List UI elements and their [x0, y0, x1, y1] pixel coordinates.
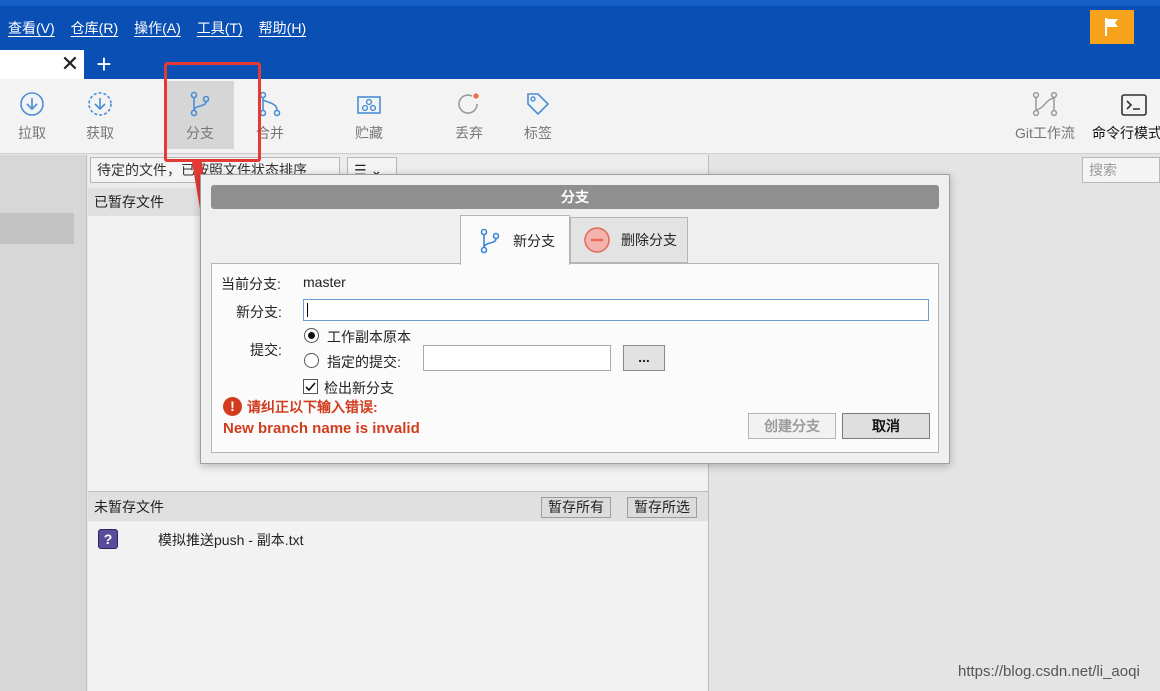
- stage-selected-button[interactable]: 暂存所选: [627, 497, 697, 518]
- menu-repository[interactable]: 仓库(R): [71, 18, 118, 40]
- error-title: 请纠正以下输入错误:: [247, 399, 378, 415]
- menu-actions[interactable]: 操作(A): [134, 18, 181, 40]
- new-tab-button[interactable]: +: [92, 50, 116, 78]
- tag-icon: [518, 79, 558, 119]
- discard-label: 丢弃: [455, 125, 483, 141]
- working-copy-label: 工作副本原本: [327, 329, 411, 345]
- checkout-checkbox[interactable]: [303, 379, 318, 394]
- remove-icon: [584, 227, 610, 253]
- commit-label: 提交:: [250, 342, 282, 358]
- stage-all-button[interactable]: 暂存所有: [541, 497, 611, 518]
- sidebar-selected-item[interactable]: [0, 213, 74, 244]
- working-copy-radio[interactable]: [304, 328, 319, 343]
- current-branch-value: master: [303, 274, 346, 290]
- git-flow-icon: [1025, 79, 1065, 119]
- specified-commit-label: 指定的提交:: [327, 354, 401, 370]
- list-item[interactable]: 模拟推送push - 副本.txt: [158, 530, 303, 550]
- error-message: New branch name is invalid: [223, 420, 420, 437]
- watermark: https://blog.csdn.net/li_aoqi: [958, 663, 1140, 680]
- fetch-label: 获取: [86, 125, 114, 141]
- checkout-label: 检出新分支: [324, 380, 394, 396]
- git-flow-button[interactable]: Git工作流: [1010, 79, 1080, 151]
- checkmark-icon: [305, 382, 316, 392]
- tab-delete-branch[interactable]: 删除分支: [570, 217, 688, 263]
- fetch-icon: [80, 79, 120, 119]
- error-icon: !: [223, 397, 242, 416]
- discard-icon: [449, 79, 489, 119]
- untracked-file-icon: ?: [98, 529, 118, 549]
- pull-button[interactable]: 拉取: [12, 79, 52, 151]
- new-branch-input[interactable]: [303, 299, 929, 321]
- specified-commit-radio[interactable]: [304, 353, 319, 368]
- menu-tools[interactable]: 工具(T): [197, 18, 243, 40]
- close-tab-icon[interactable]: ✕: [60, 53, 80, 75]
- discard-button[interactable]: 丢弃: [449, 79, 489, 151]
- stash-button[interactable]: 贮藏: [349, 79, 389, 151]
- new-branch-label: 新分支:: [236, 304, 282, 320]
- window-top-edge: [0, 0, 1160, 6]
- dialog-title: 分支: [211, 185, 939, 209]
- unstaged-files-header: 未暂存文件: [88, 491, 708, 521]
- commit-input[interactable]: [423, 345, 611, 371]
- cancel-button[interactable]: 取消: [842, 413, 930, 439]
- create-branch-button[interactable]: 创建分支: [748, 413, 836, 439]
- flag-button[interactable]: [1090, 10, 1134, 44]
- stash-label: 贮藏: [355, 125, 383, 141]
- stash-icon: [349, 79, 389, 119]
- annotation-highlight-box: [164, 62, 261, 162]
- tab-new-branch[interactable]: 新分支: [460, 215, 570, 265]
- pull-label: 拉取: [18, 125, 46, 141]
- fetch-button[interactable]: 获取: [80, 79, 120, 151]
- terminal-button[interactable]: 命令行模式: [1092, 79, 1160, 151]
- browse-commit-button[interactable]: ...: [623, 345, 665, 371]
- menu-view[interactable]: 查看(V): [8, 18, 55, 40]
- menu-bar: 查看(V) 仓库(R) 操作(A) 工具(T) 帮助(H): [0, 18, 314, 40]
- branch-icon: [480, 228, 500, 253]
- text-caret: [307, 303, 308, 317]
- tag-label: 标签: [524, 125, 552, 141]
- tab-new-branch-label: 新分支: [513, 232, 555, 249]
- terminal-icon: [1114, 79, 1154, 119]
- flag-icon: [1105, 18, 1118, 36]
- git-flow-label: Git工作流: [1015, 125, 1075, 141]
- search-input[interactable]: 搜索: [1082, 157, 1160, 183]
- terminal-label: 命令行模式: [1092, 125, 1160, 141]
- tab-delete-branch-label: 删除分支: [621, 232, 677, 248]
- pull-icon: [12, 79, 52, 119]
- menu-help[interactable]: 帮助(H): [259, 18, 306, 40]
- tag-button[interactable]: 标签: [518, 79, 558, 151]
- current-branch-label: 当前分支:: [221, 276, 281, 292]
- branch-dialog: 分支 新分支 删除分支 当前分支: master 新分支: 提交: 工作副本原本…: [200, 174, 950, 464]
